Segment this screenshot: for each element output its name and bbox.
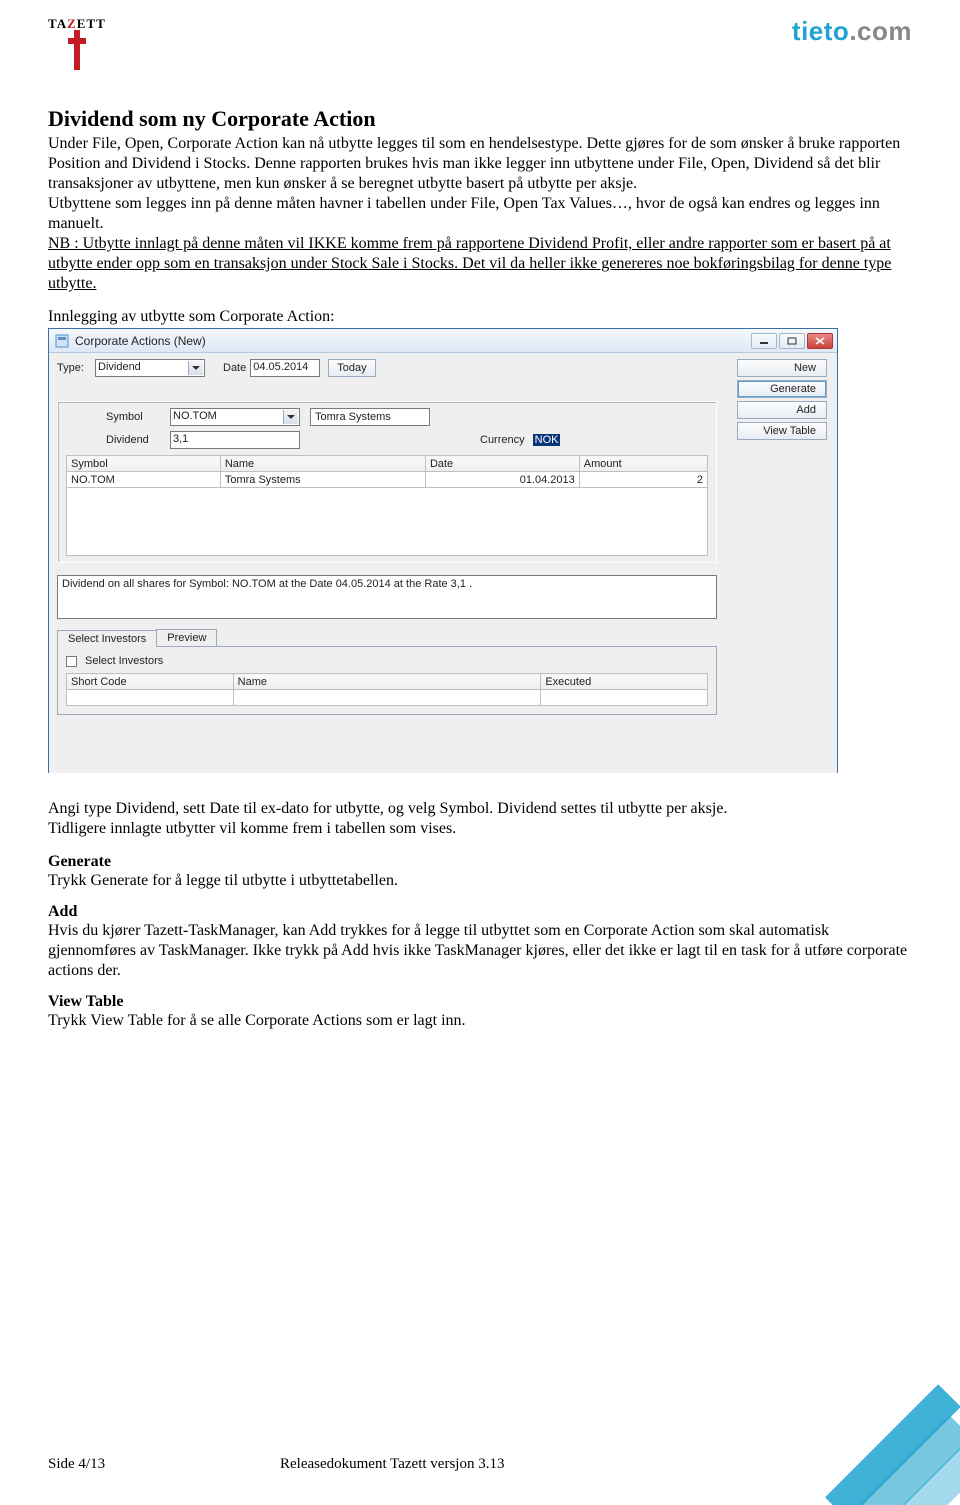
cell-symbol: NO.TOM: [67, 472, 221, 488]
col-date[interactable]: Date: [425, 456, 579, 472]
add-body: Hvis du kjører Tazett-TaskManager, kan A…: [48, 921, 912, 981]
add-head: Add: [48, 903, 912, 921]
cell-amount: 2: [579, 472, 707, 488]
app-icon: [55, 334, 69, 348]
tazett-suffix: ETT: [77, 16, 106, 31]
tazett-logo: TAZETT: [48, 16, 106, 70]
today-button[interactable]: Today: [328, 359, 375, 377]
generate-head: Generate: [48, 853, 912, 871]
intro-paragraph-1: Under File, Open, Corporate Action kan n…: [48, 134, 912, 194]
tab-preview[interactable]: Preview: [156, 629, 217, 646]
date-value: 04.05.2014: [253, 361, 308, 373]
view-body: Trykk View Table for å se alle Corporate…: [48, 1011, 912, 1031]
select-investors-checkbox[interactable]: [66, 656, 77, 667]
col-symbol[interactable]: Symbol: [67, 456, 221, 472]
col-name[interactable]: Name: [220, 456, 425, 472]
message-text: Dividend on all shares for Symbol: NO.TO…: [62, 578, 472, 590]
message-box: Dividend on all shares for Symbol: NO.TO…: [57, 575, 717, 619]
generate-button[interactable]: Generate: [737, 380, 827, 398]
page-footer: Side 4/13 Releasedokument Tazett versjon…: [48, 1456, 912, 1473]
symbol-panel: Symbol NO.TOM Tomra Systems Dividend 3,1…: [57, 401, 717, 563]
add-button[interactable]: Add: [737, 401, 827, 419]
view-table-button[interactable]: View Table: [737, 422, 827, 440]
symbol-name-display: Tomra Systems: [310, 408, 430, 426]
col-shortcode[interactable]: Short Code: [67, 674, 234, 690]
minimize-button[interactable]: [751, 333, 777, 349]
symbol-value: NO.TOM: [173, 410, 217, 422]
investors-table: Short Code Name Executed: [66, 673, 708, 706]
nb-paragraph: NB : Utbytte innlagt på denne måten vil …: [48, 234, 912, 294]
type-label: Type:: [57, 362, 91, 374]
currency-label: Currency: [480, 434, 525, 446]
cell-date: 01.04.2013: [425, 472, 579, 488]
footer-page: Side 4/13: [48, 1456, 280, 1473]
page-header: TAZETT tieto.com: [48, 16, 912, 98]
view-head: View Table: [48, 993, 912, 1011]
dividend-label: Dividend: [106, 434, 166, 446]
col-executed[interactable]: Executed: [541, 674, 708, 690]
table-row[interactable]: [67, 690, 708, 706]
currency-value: NOK: [533, 434, 561, 446]
dialog-title: Corporate Actions (New): [75, 334, 206, 348]
dividend-input[interactable]: 3,1: [170, 431, 300, 449]
maximize-icon: [787, 337, 797, 345]
after-text-1: Angi type Dividend, sett Date til ex-dat…: [48, 799, 912, 819]
screenshot-caption: Innlegging av utbytte som Corporate Acti…: [48, 308, 912, 326]
date-input[interactable]: 04.05.2014: [250, 359, 320, 377]
minimize-icon: [759, 337, 769, 345]
tazett-prefix: TA: [48, 16, 67, 31]
tieto-logo: tieto.com: [792, 16, 912, 47]
after-text-2: Tidligere innlagte utbytter vil komme fr…: [48, 819, 912, 839]
select-investors-checkbox-label: Select Investors: [85, 655, 163, 667]
new-button[interactable]: New: [737, 359, 827, 377]
close-icon: [815, 337, 825, 345]
tab-panel-select-investors: Select Investors Short Code Name Execute…: [57, 646, 717, 715]
corner-decoration-icon: [790, 1335, 960, 1505]
corporate-actions-dialog: Corporate Actions (New) New Generate Add…: [48, 328, 838, 773]
close-button[interactable]: [807, 333, 833, 349]
col-inv-name[interactable]: Name: [233, 674, 541, 690]
maximize-button[interactable]: [779, 333, 805, 349]
cell-name: Tomra Systems: [220, 472, 425, 488]
footer-title: Releasedokument Tazett versjon 3.13: [280, 1456, 504, 1473]
table-row[interactable]: NO.TOM Tomra Systems 01.04.2013 2: [67, 472, 708, 488]
type-value: Dividend: [98, 361, 141, 373]
dividend-value: 3,1: [173, 433, 188, 445]
tab-select-investors[interactable]: Select Investors: [57, 630, 157, 647]
table-empty-area: [66, 488, 708, 556]
generate-body: Trykk Generate for å legge til utbytte i…: [48, 871, 912, 891]
tieto-brand: tieto: [792, 16, 849, 46]
symbol-label: Symbol: [106, 411, 166, 423]
dividend-table: Symbol Name Date Amount NO.TOM Tomra Sys…: [66, 455, 708, 488]
tieto-suffix: .com: [849, 16, 912, 46]
dialog-titlebar: Corporate Actions (New): [49, 329, 837, 353]
intro-paragraph-2: Utbyttene som legges inn på denne måten …: [48, 194, 912, 234]
tazett-z: Z: [67, 16, 77, 31]
date-label: Date: [223, 362, 246, 374]
cross-icon: [68, 30, 86, 70]
type-combo[interactable]: Dividend: [95, 359, 205, 377]
symbol-combo[interactable]: NO.TOM: [170, 408, 300, 426]
page-title: Dividend som ny Corporate Action: [48, 106, 912, 132]
col-amount[interactable]: Amount: [579, 456, 707, 472]
